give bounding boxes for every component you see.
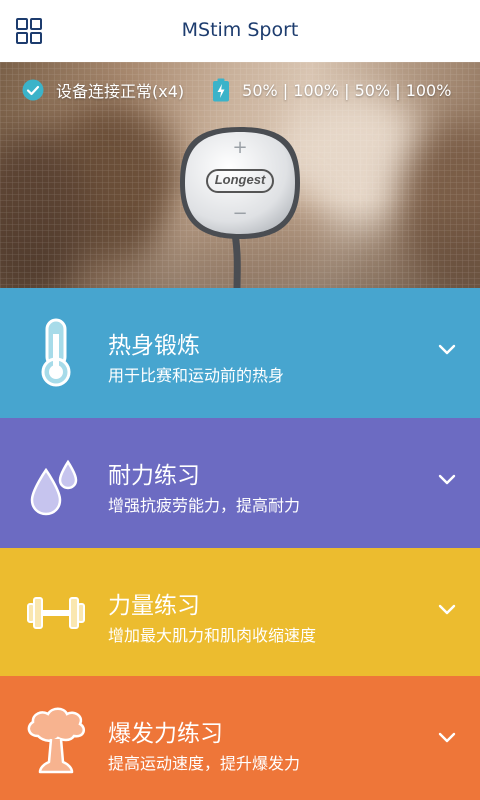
card-subtitle: 增加最大肌力和肌肉收缩速度 <box>108 626 317 645</box>
check-circle-icon <box>22 79 44 101</box>
card-title: 热身锻炼 <box>108 333 200 359</box>
thermometer-icon <box>41 318 71 387</box>
connection-status: 设备连接正常(x4) <box>56 82 185 101</box>
mushroom-cloud-icon <box>27 707 86 774</box>
chevron-down-icon[interactable] <box>438 732 456 744</box>
dumbbell-icon <box>27 597 85 629</box>
chevron-down-icon[interactable] <box>438 604 456 616</box>
status-row: 设备连接正常(x4) 50% | 100% | 50% | 100% <box>22 78 464 102</box>
top-bar: MStim Sport <box>0 0 480 62</box>
battery-bolt-icon <box>213 78 230 102</box>
device-plus-button: + <box>232 137 248 158</box>
card-explosive[interactable]: 爆发力练习 提高运动速度，提升爆发力 <box>0 676 480 800</box>
hero-image: 设备连接正常(x4) 50% | 100% | 50% | 100% + Lon… <box>0 62 480 288</box>
card-strength[interactable]: 力量练习 增加最大肌力和肌肉收缩速度 <box>0 548 480 678</box>
card-title: 耐力练习 <box>108 463 200 489</box>
water-drops-icon <box>30 459 78 516</box>
device-minus-button: − <box>232 203 248 224</box>
card-subtitle: 用于比赛和运动前的热身 <box>108 366 285 385</box>
chevron-down-icon[interactable] <box>438 344 456 356</box>
card-subtitle: 提高运动速度，提升爆发力 <box>108 754 301 773</box>
card-title: 爆发力练习 <box>108 721 223 747</box>
app-title: MStim Sport <box>181 19 299 41</box>
card-title: 力量练习 <box>108 593 200 619</box>
card-endurance[interactable]: 耐力练习 增强抗疲劳能力，提高耐力 <box>0 418 480 548</box>
chevron-down-icon[interactable] <box>438 474 456 486</box>
stimulator-device: + Longest − <box>178 125 302 241</box>
device-brand-logo: Longest <box>214 172 266 187</box>
card-subtitle: 增强抗疲劳能力，提高耐力 <box>108 496 301 515</box>
battery-levels: 50% | 100% | 50% | 100% <box>242 80 452 100</box>
card-warmup[interactable]: 热身锻炼 用于比赛和运动前的热身 <box>0 288 480 418</box>
